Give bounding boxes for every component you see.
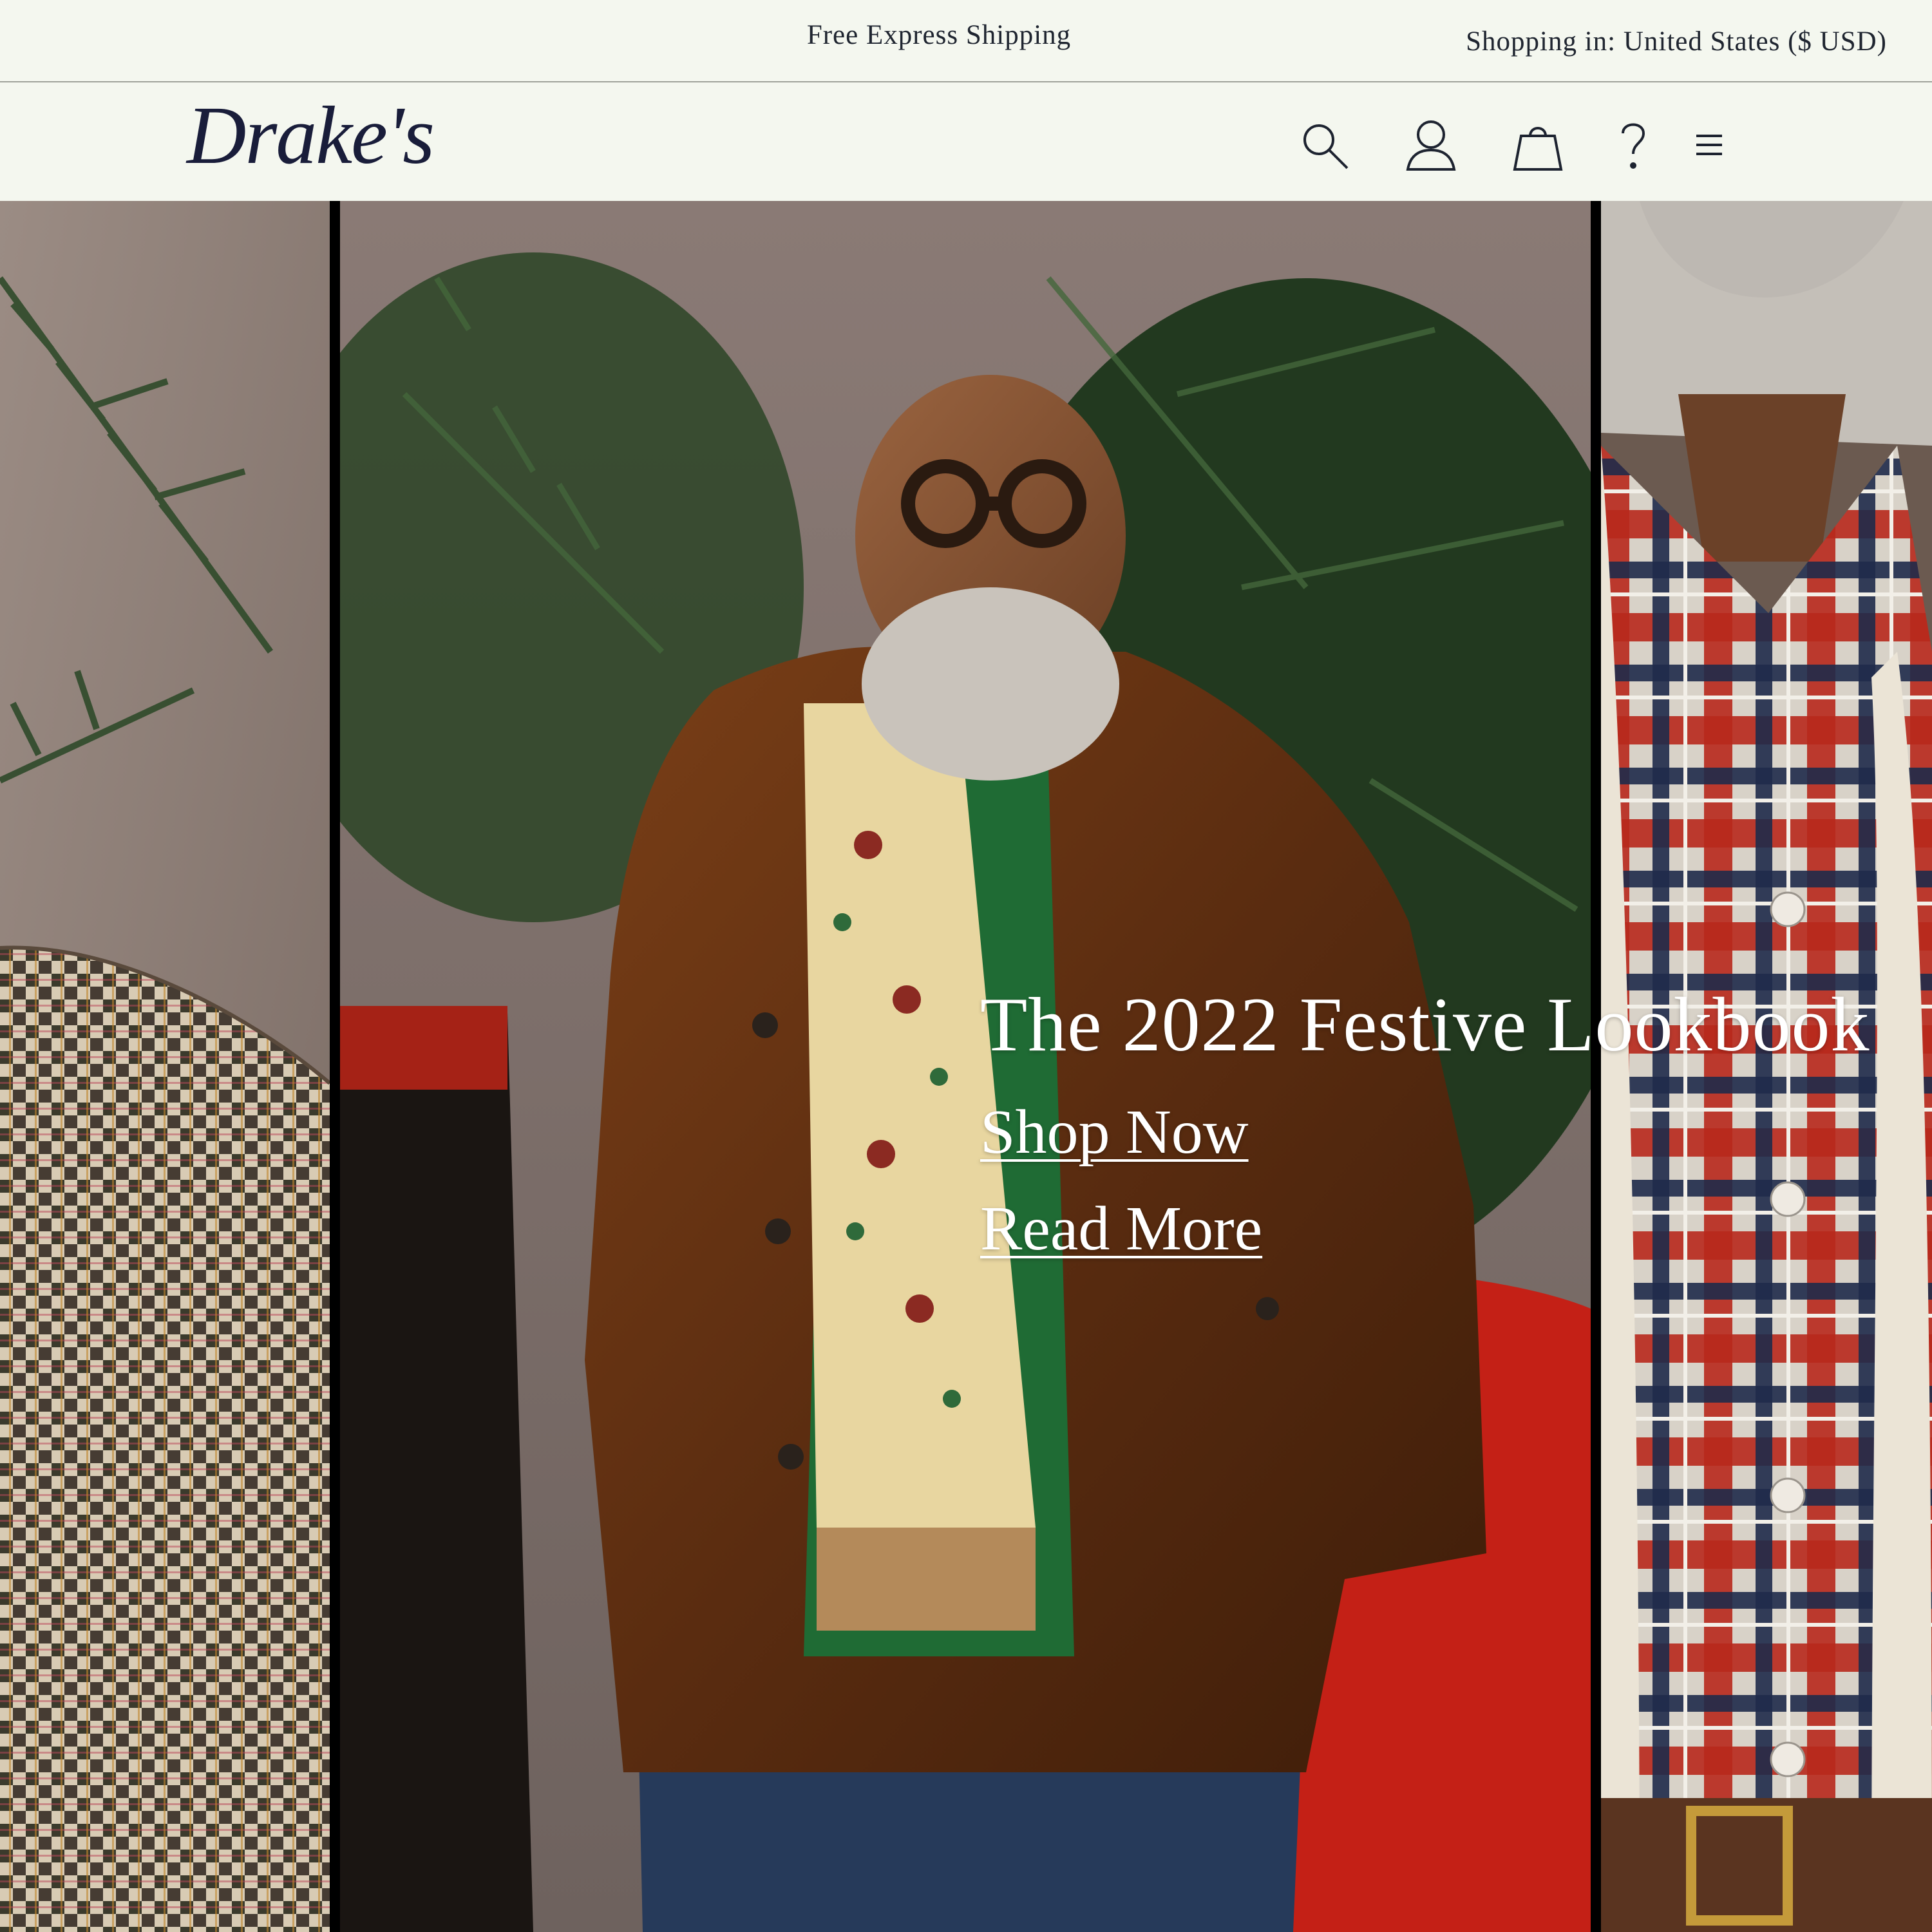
brand-logo[interactable]: Drake's — [187, 94, 435, 176]
search-icon[interactable] — [1297, 118, 1351, 172]
hero-banner: The 2022 Festive Lookbook Shop Now Read … — [0, 201, 1932, 1932]
panel-divider — [330, 201, 340, 1932]
announcement-bar: Free Express Shipping Shopping in: Unite… — [0, 0, 1932, 82]
shop-now-link[interactable]: Shop Now — [980, 1096, 1249, 1168]
read-more-link[interactable]: Read More — [980, 1193, 1262, 1265]
bag-icon[interactable] — [1511, 118, 1565, 172]
hero-image-left[interactable] — [0, 201, 330, 1932]
hero-title: The 2022 Festive Lookbook — [980, 981, 1870, 1067]
site-header: Drake's — [0, 82, 1932, 200]
locale-selector[interactable]: Shopping in: United States ($ USD) — [1466, 26, 1887, 57]
menu-icon[interactable] — [1681, 118, 1732, 172]
help-icon[interactable] — [1606, 118, 1660, 172]
account-icon[interactable] — [1404, 118, 1458, 172]
